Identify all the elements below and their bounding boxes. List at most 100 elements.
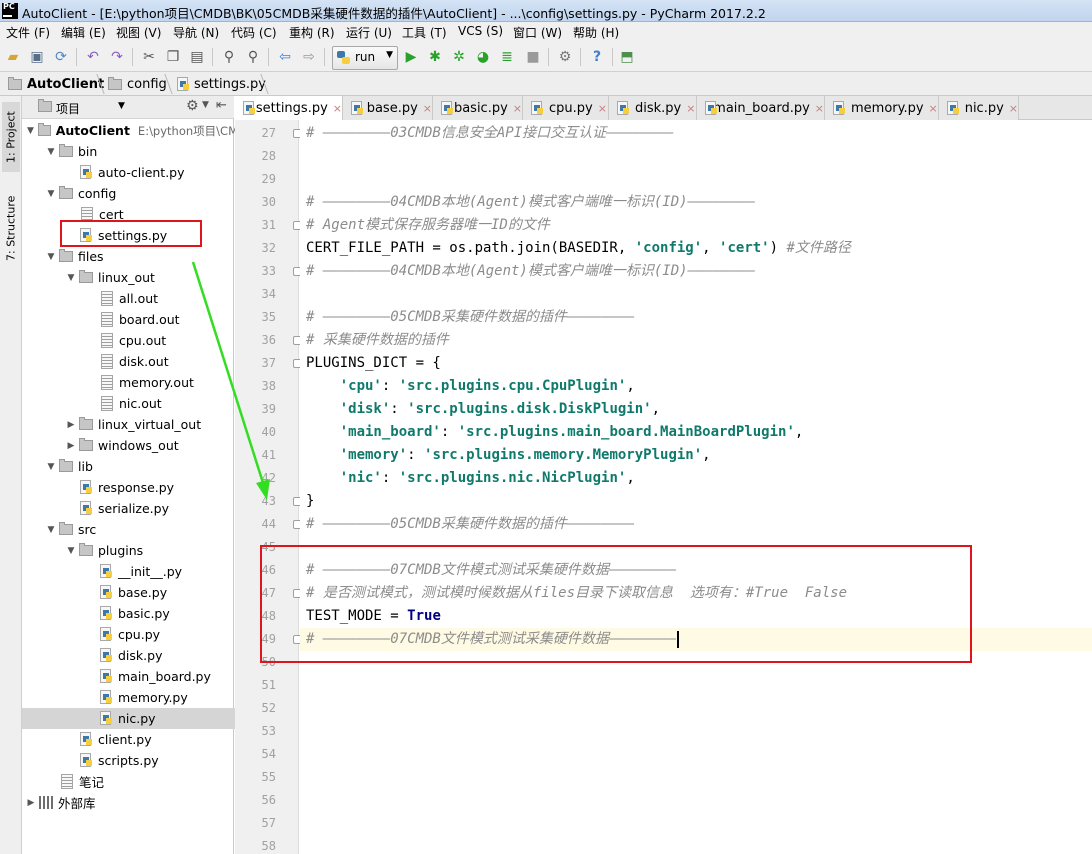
menu-navigate[interactable]: 导航 (N): [173, 24, 219, 41]
editor-tab[interactable]: cpu.py ×: [523, 96, 609, 120]
hide-panel-icon[interactable]: ⇤: [216, 98, 227, 113]
menu-vcs[interactable]: VCS (S): [458, 24, 503, 38]
editor-tab-bar: settings.py × base.py × basic.py × cpu.py × disk…: [235, 96, 1092, 121]
debug-icon[interactable]: ✱: [426, 48, 444, 66]
redo-icon[interactable]: ↷: [108, 48, 126, 66]
chevron-down-icon[interactable]: ▼: [66, 546, 76, 556]
sync-icon[interactable]: ⟳: [52, 48, 70, 66]
chevron-down-icon[interactable]: ▼: [46, 189, 56, 199]
python-file-icon: [176, 76, 190, 92]
menu-view[interactable]: 视图 (V): [116, 24, 161, 41]
close-icon[interactable]: ×: [333, 102, 342, 115]
help-icon[interactable]: ?: [588, 48, 606, 66]
menu-tools[interactable]: 工具 (T): [402, 24, 447, 41]
text-file-icon: [101, 291, 113, 306]
menu-code[interactable]: 代码 (C): [231, 24, 277, 41]
python-console-icon[interactable]: ⬒: [618, 48, 636, 66]
tree-item[interactable]: ▼ src: [22, 519, 258, 540]
code-comment: # ————————04CMDB本地(Agent)模式客户端唯一标识(ID)——…: [306, 263, 756, 279]
code-text: ,: [651, 401, 661, 417]
undo-icon[interactable]: ↶: [84, 48, 102, 66]
editor-tab[interactable]: nic.py ×: [939, 96, 1019, 120]
annotation-highlight-settings: [60, 220, 202, 247]
menu-edit[interactable]: 编辑 (E): [61, 24, 106, 41]
code-line: # ————————05CMDB采集硬件数据的插件————————: [306, 306, 634, 329]
editor-tab[interactable]: basic.py ×: [433, 96, 523, 120]
close-icon[interactable]: ×: [513, 102, 522, 115]
chevron-right-icon[interactable]: ▶: [26, 798, 36, 808]
tree-item-label: memory.py: [118, 690, 188, 705]
editor-tab[interactable]: memory.py ×: [825, 96, 939, 120]
chevron-down-icon[interactable]: ▼: [202, 100, 209, 110]
editor-tab-label: disk.py: [635, 100, 682, 116]
back-icon[interactable]: ⇦: [276, 48, 294, 66]
tree-root[interactable]: ▼ AutoClient E:\python项目\CM: [22, 120, 238, 141]
tree-item[interactable]: ▼ lib: [22, 456, 258, 477]
line-number: 43: [261, 494, 276, 508]
code-text: ,: [626, 470, 635, 486]
close-icon[interactable]: ×: [686, 102, 695, 115]
chevron-down-icon[interactable]: ▼: [118, 101, 125, 111]
code-editor[interactable]: # ————————03CMDB信息安全API接口交互认证———————— # —…: [300, 120, 1092, 854]
replace-icon[interactable]: ⚲: [244, 48, 262, 66]
menu-bar: 文件 (F) 编辑 (E) 视图 (V) 导航 (N) 代码 (C) 重构 (R…: [0, 22, 1092, 42]
project-panel: 项目 ▼ ⚙ ▼ ⇤ ▼ AutoClient E:\python项目\CM ▼…: [22, 96, 298, 854]
line-number: 32: [261, 241, 276, 255]
tree-item-label: plugins: [98, 543, 144, 558]
tree-item-label: basic.py: [118, 606, 170, 621]
chevron-down-icon[interactable]: ▼: [66, 273, 76, 283]
profile-icon[interactable]: ◕: [474, 48, 492, 66]
editor-tab[interactable]: base.py ×: [343, 96, 433, 120]
concurrency-icon[interactable]: ≣: [498, 48, 516, 66]
tree-item[interactable]: ▼ files: [22, 246, 258, 267]
gear-icon[interactable]: ⚙: [186, 98, 199, 114]
forward-icon[interactable]: ⇨: [300, 48, 318, 66]
structure-tool-tab[interactable]: 7: Structure: [2, 188, 20, 268]
code-line: PLUGINS_DICT = {: [306, 352, 441, 375]
code-text: PLUGINS_DICT = {: [306, 355, 441, 371]
tree-item[interactable]: 笔记: [22, 771, 258, 792]
tree-item[interactable]: ▶ 外部库: [22, 792, 238, 813]
run-icon[interactable]: ▶: [402, 48, 420, 66]
paste-icon[interactable]: ▤: [188, 48, 206, 66]
tree-item-label: bin: [78, 144, 98, 159]
close-icon[interactable]: ×: [815, 102, 824, 115]
stop-icon[interactable]: ■: [524, 48, 542, 66]
menu-run[interactable]: 运行 (U): [346, 24, 392, 41]
close-icon[interactable]: ×: [1009, 102, 1018, 115]
project-view-label[interactable]: 项目: [56, 100, 80, 117]
close-icon[interactable]: ×: [598, 102, 607, 115]
chevron-down-icon[interactable]: ▼: [46, 147, 56, 157]
chevron-right-icon[interactable]: ▶: [66, 441, 76, 451]
tree-item[interactable]: ▼ bin: [22, 141, 258, 162]
breadcrumb-file[interactable]: settings.py: [176, 75, 266, 93]
save-icon[interactable]: ▣: [28, 48, 46, 66]
open-folder-icon[interactable]: ▰: [4, 48, 22, 66]
tree-item[interactable]: ▼ config: [22, 183, 258, 204]
chevron-down-icon[interactable]: ▼: [46, 462, 56, 472]
code-string: 'src.plugins.cpu.CpuPlugin': [398, 378, 627, 394]
chevron-down-icon[interactable]: ▼: [46, 252, 56, 262]
menu-window[interactable]: 窗口 (W): [513, 24, 562, 41]
menu-refactor[interactable]: 重构 (R): [289, 24, 335, 41]
editor-tab[interactable]: disk.py ×: [609, 96, 697, 120]
code-string: 'src.plugins.disk.DiskPlugin': [407, 401, 652, 417]
python-file-icon: [99, 564, 113, 579]
cut-icon[interactable]: ✂: [140, 48, 158, 66]
line-number: 31: [261, 218, 276, 232]
copy-icon[interactable]: ❐: [164, 48, 182, 66]
editor-tab[interactable]: main_board.py ×: [697, 96, 825, 120]
find-icon[interactable]: ⚲: [220, 48, 238, 66]
menu-file[interactable]: 文件 (F): [6, 24, 50, 41]
close-icon[interactable]: ×: [423, 102, 432, 115]
editor-tab[interactable]: settings.py ×: [235, 96, 343, 121]
run-config-select[interactable]: run ▼: [332, 46, 398, 70]
menu-help[interactable]: 帮助 (H): [573, 24, 619, 41]
close-icon[interactable]: ×: [929, 102, 938, 115]
python-file-icon: [350, 100, 363, 116]
settings-icon[interactable]: ⚙: [556, 48, 574, 66]
chevron-right-icon[interactable]: ▶: [66, 420, 76, 430]
project-tool-tab[interactable]: 1: Project: [2, 102, 20, 172]
chevron-down-icon[interactable]: ▼: [46, 525, 56, 535]
coverage-icon[interactable]: ✲: [450, 48, 468, 66]
